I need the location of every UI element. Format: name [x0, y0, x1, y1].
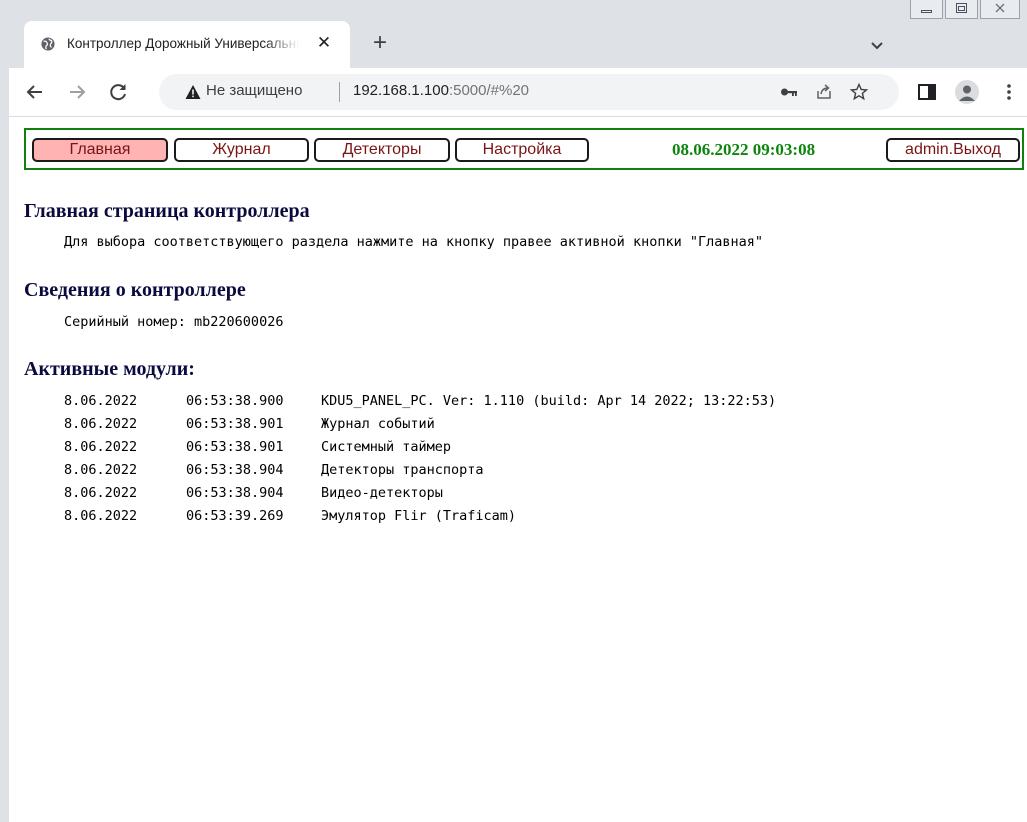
current-datetime: 08.06.2022 09:03:08 — [672, 140, 816, 159]
menu-icon[interactable] — [997, 80, 1021, 104]
module-time: 06:53:39.269 — [186, 508, 284, 524]
module-time: 06:53:38.904 — [186, 485, 284, 501]
module-date: 8.06.2022 — [64, 393, 138, 409]
divider — [339, 82, 340, 102]
active-modules-title: Активные модули: — [24, 358, 195, 380]
sidebar-icon[interactable] — [915, 80, 939, 104]
controller-nav-bar: Главная Журнал Детекторы Настройка 08.06… — [24, 128, 1024, 170]
module-time: 06:53:38.904 — [186, 462, 284, 478]
main-page-hint: Для выбора соответствующего раздела нажм… — [64, 234, 763, 250]
share-icon[interactable] — [814, 82, 834, 102]
address-bar[interactable]: Не защищено 192.168.1.100:5000/#%20 — [159, 74, 899, 110]
tab-search-icon[interactable] — [866, 34, 888, 56]
module-date: 8.06.2022 — [64, 462, 138, 478]
module-date: 8.06.2022 — [64, 416, 138, 432]
detectors-button[interactable]: Детекторы — [314, 138, 450, 162]
star-icon[interactable] — [849, 82, 869, 102]
module-name: Детекторы транспорта — [321, 462, 484, 478]
serial-number: Серийный номер: mb220600026 — [64, 314, 284, 330]
warning-icon[interactable] — [185, 84, 201, 100]
logout-button[interactable]: admin.Выход — [886, 138, 1020, 162]
module-name: Системный таймер — [321, 439, 452, 455]
url-text[interactable]: 192.168.1.100:5000/#%20 — [353, 82, 529, 99]
key-icon[interactable] — [779, 82, 799, 102]
url-host: 192.168.1.100 — [353, 82, 449, 99]
url-path: :5000/#%20 — [448, 82, 530, 99]
module-time: 06:53:38.901 — [186, 416, 284, 432]
minimize-icon[interactable] — [910, 0, 943, 19]
controller-info-title: Сведения о контроллере — [24, 279, 246, 301]
module-time: 06:53:38.901 — [186, 439, 284, 455]
profile-icon[interactable] — [955, 80, 979, 104]
module-name: KDU5_PANEL_PC. Ver: 1.110 (build: Apr 14… — [321, 393, 777, 409]
window-left-border — [0, 0, 9, 822]
module-time: 06:53:38.900 — [186, 393, 284, 409]
browser-toolbar: Не защищено 192.168.1.100:5000/#%20 — [9, 68, 1027, 117]
window-close-icon[interactable] — [980, 0, 1020, 19]
window-controls — [910, 0, 1024, 21]
main-page-title: Главная страница контроллера — [24, 200, 310, 222]
main-button[interactable]: Главная — [32, 138, 168, 162]
module-date: 8.06.2022 — [64, 485, 138, 501]
module-name: Эмулятор Flir (Traficam) — [321, 508, 517, 524]
back-icon[interactable] — [23, 80, 47, 104]
tab-title: Контроллер Дорожный Универсальный — [67, 36, 299, 51]
module-date: 8.06.2022 — [64, 439, 138, 455]
settings-button[interactable]: Настройка — [455, 138, 589, 162]
globe-icon — [41, 37, 55, 51]
maximize-icon[interactable] — [945, 0, 978, 19]
journal-button[interactable]: Журнал — [174, 138, 309, 162]
module-date: 8.06.2022 — [64, 508, 138, 524]
module-name: Журнал событий — [321, 416, 435, 432]
browser-tab[interactable]: Контроллер Дорожный Универсальный ✕ — [24, 21, 350, 68]
security-status[interactable]: Не защищено — [206, 82, 302, 99]
reload-icon[interactable] — [106, 80, 130, 104]
module-name: Видео-детекторы — [321, 485, 443, 501]
forward-icon[interactable] — [65, 80, 89, 104]
close-icon[interactable]: ✕ — [313, 32, 335, 54]
plus-icon[interactable]: + — [365, 29, 395, 59]
